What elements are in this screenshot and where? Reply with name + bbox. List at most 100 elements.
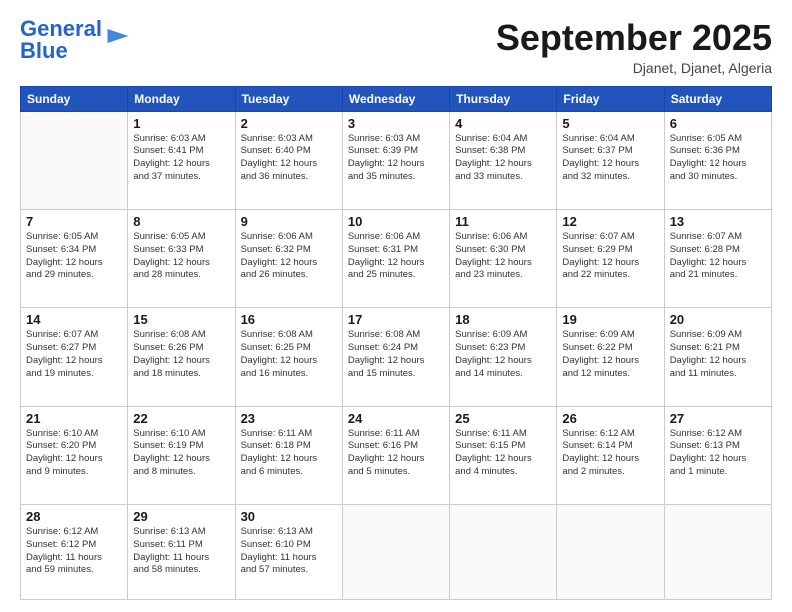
calendar-cell: 3 Sunrise: 6:03 AM Sunset: 6:39 PM Daylig… (342, 111, 449, 209)
day-info: Sunrise: 6:05 AM Sunset: 6:33 PM Dayligh… (133, 231, 229, 282)
day-info: Sunrise: 6:13 AM Sunset: 6:10 PM Dayligh… (241, 526, 337, 577)
day-info: Sunrise: 6:05 AM Sunset: 6:36 PM Dayligh… (670, 133, 766, 184)
day-info: Sunrise: 6:03 AM Sunset: 6:41 PM Dayligh… (133, 133, 229, 184)
day-number: 5 (562, 116, 658, 131)
day-info: Sunrise: 6:07 AM Sunset: 6:27 PM Dayligh… (26, 329, 122, 380)
calendar-cell: 29 Sunrise: 6:13 AM Sunset: 6:11 PM Dayli… (128, 504, 235, 599)
day-number: 18 (455, 312, 551, 327)
calendar-cell: 19 Sunrise: 6:09 AM Sunset: 6:22 PM Dayli… (557, 308, 664, 406)
calendar-cell: 5 Sunrise: 6:04 AM Sunset: 6:37 PM Daylig… (557, 111, 664, 209)
calendar-cell: 18 Sunrise: 6:09 AM Sunset: 6:23 PM Dayli… (450, 308, 557, 406)
day-number: 30 (241, 509, 337, 524)
weekday-header: Thursday (450, 86, 557, 111)
day-number: 11 (455, 214, 551, 229)
calendar-cell: 1 Sunrise: 6:03 AM Sunset: 6:41 PM Daylig… (128, 111, 235, 209)
day-info: Sunrise: 6:08 AM Sunset: 6:25 PM Dayligh… (241, 329, 337, 380)
calendar-cell: 24Sunrise: 6:11 AM Sunset: 6:16 PM Dayli… (342, 406, 449, 504)
day-number: 26 (562, 411, 658, 426)
day-number: 1 (133, 116, 229, 131)
day-number: 15 (133, 312, 229, 327)
day-info: Sunrise: 6:04 AM Sunset: 6:37 PM Dayligh… (562, 133, 658, 184)
day-info: Sunrise: 6:13 AM Sunset: 6:11 PM Dayligh… (133, 526, 229, 577)
day-number: 2 (241, 116, 337, 131)
day-info: Sunrise: 6:11 AM Sunset: 6:16 PM Dayligh… (348, 428, 444, 479)
calendar-cell: 15 Sunrise: 6:08 AM Sunset: 6:26 PM Dayli… (128, 308, 235, 406)
calendar-cell: 20 Sunrise: 6:09 AM Sunset: 6:21 PM Dayli… (664, 308, 771, 406)
calendar-cell: 22Sunrise: 6:10 AM Sunset: 6:19 PM Dayli… (128, 406, 235, 504)
calendar-cell: 6 Sunrise: 6:05 AM Sunset: 6:36 PM Daylig… (664, 111, 771, 209)
title-block: September 2025 Djanet, Djanet, Algeria (496, 18, 772, 76)
day-number: 9 (241, 214, 337, 229)
day-number: 29 (133, 509, 229, 524)
calendar-cell: 21Sunrise: 6:10 AM Sunset: 6:20 PM Dayli… (21, 406, 128, 504)
logo-text: GeneralBlue (20, 18, 102, 62)
day-info: Sunrise: 6:07 AM Sunset: 6:28 PM Dayligh… (670, 231, 766, 282)
month-title: September 2025 (496, 18, 772, 58)
day-info: Sunrise: 6:11 AM Sunset: 6:15 PM Dayligh… (455, 428, 551, 479)
calendar-cell: 23 Sunrise: 6:11 AM Sunset: 6:18 PM Dayli… (235, 406, 342, 504)
weekday-header: Friday (557, 86, 664, 111)
day-number: 23 (241, 411, 337, 426)
header: GeneralBlue September 2025 Djanet, Djane… (20, 18, 772, 76)
day-number: 13 (670, 214, 766, 229)
calendar-cell: 7 Sunrise: 6:05 AM Sunset: 6:34 PM Daylig… (21, 209, 128, 307)
day-number: 7 (26, 214, 122, 229)
day-number: 20 (670, 312, 766, 327)
day-number: 14 (26, 312, 122, 327)
weekday-header: Saturday (664, 86, 771, 111)
day-info: Sunrise: 6:03 AM Sunset: 6:40 PM Dayligh… (241, 133, 337, 184)
day-number: 16 (241, 312, 337, 327)
calendar-cell (342, 504, 449, 599)
calendar-cell: 14 Sunrise: 6:07 AM Sunset: 6:27 PM Dayli… (21, 308, 128, 406)
calendar-cell: 16 Sunrise: 6:08 AM Sunset: 6:25 PM Dayli… (235, 308, 342, 406)
day-info: Sunrise: 6:06 AM Sunset: 6:30 PM Dayligh… (455, 231, 551, 282)
calendar-cell: 25 Sunrise: 6:11 AM Sunset: 6:15 PM Dayli… (450, 406, 557, 504)
logo-arrow-icon (104, 29, 132, 43)
day-info: Sunrise: 6:08 AM Sunset: 6:24 PM Dayligh… (348, 329, 444, 380)
day-info: Sunrise: 6:12 AM Sunset: 6:12 PM Dayligh… (26, 526, 122, 577)
calendar-cell: 17 Sunrise: 6:08 AM Sunset: 6:24 PM Dayli… (342, 308, 449, 406)
day-number: 22 (133, 411, 229, 426)
calendar-cell (557, 504, 664, 599)
day-number: 25 (455, 411, 551, 426)
day-info: Sunrise: 6:06 AM Sunset: 6:32 PM Dayligh… (241, 231, 337, 282)
calendar-cell: 2 Sunrise: 6:03 AM Sunset: 6:40 PM Daylig… (235, 111, 342, 209)
day-info: Sunrise: 6:12 AM Sunset: 6:13 PM Dayligh… (670, 428, 766, 479)
day-number: 28 (26, 509, 122, 524)
day-info: Sunrise: 6:12 AM Sunset: 6:14 PM Dayligh… (562, 428, 658, 479)
calendar-cell: 26 Sunrise: 6:12 AM Sunset: 6:14 PM Dayli… (557, 406, 664, 504)
day-number: 21 (26, 411, 122, 426)
day-number: 17 (348, 312, 444, 327)
calendar-cell: 12Sunrise: 6:07 AM Sunset: 6:29 PM Dayli… (557, 209, 664, 307)
day-info: Sunrise: 6:06 AM Sunset: 6:31 PM Dayligh… (348, 231, 444, 282)
logo: GeneralBlue (20, 18, 132, 62)
calendar-cell: 13 Sunrise: 6:07 AM Sunset: 6:28 PM Dayli… (664, 209, 771, 307)
day-info: Sunrise: 6:11 AM Sunset: 6:18 PM Dayligh… (241, 428, 337, 479)
day-number: 19 (562, 312, 658, 327)
day-info: Sunrise: 6:08 AM Sunset: 6:26 PM Dayligh… (133, 329, 229, 380)
calendar-cell: 30 Sunrise: 6:13 AM Sunset: 6:10 PM Dayli… (235, 504, 342, 599)
day-number: 6 (670, 116, 766, 131)
day-info: Sunrise: 6:09 AM Sunset: 6:22 PM Dayligh… (562, 329, 658, 380)
day-number: 3 (348, 116, 444, 131)
day-number: 4 (455, 116, 551, 131)
day-info: Sunrise: 6:04 AM Sunset: 6:38 PM Dayligh… (455, 133, 551, 184)
calendar-cell: 8 Sunrise: 6:05 AM Sunset: 6:33 PM Daylig… (128, 209, 235, 307)
day-number: 8 (133, 214, 229, 229)
day-number: 10 (348, 214, 444, 229)
day-number: 12 (562, 214, 658, 229)
calendar-cell: 27Sunrise: 6:12 AM Sunset: 6:13 PM Dayli… (664, 406, 771, 504)
day-info: Sunrise: 6:05 AM Sunset: 6:34 PM Dayligh… (26, 231, 122, 282)
weekday-header: Tuesday (235, 86, 342, 111)
calendar-cell: 11 Sunrise: 6:06 AM Sunset: 6:30 PM Dayli… (450, 209, 557, 307)
location: Djanet, Djanet, Algeria (496, 60, 772, 76)
day-info: Sunrise: 6:03 AM Sunset: 6:39 PM Dayligh… (348, 133, 444, 184)
day-info: Sunrise: 6:09 AM Sunset: 6:23 PM Dayligh… (455, 329, 551, 380)
day-info: Sunrise: 6:09 AM Sunset: 6:21 PM Dayligh… (670, 329, 766, 380)
calendar-cell: 10 Sunrise: 6:06 AM Sunset: 6:31 PM Dayli… (342, 209, 449, 307)
weekday-header: Wednesday (342, 86, 449, 111)
calendar-cell (450, 504, 557, 599)
calendar-cell: 4 Sunrise: 6:04 AM Sunset: 6:38 PM Daylig… (450, 111, 557, 209)
weekday-header: Monday (128, 86, 235, 111)
calendar-table: SundayMondayTuesdayWednesdayThursdayFrid… (20, 86, 772, 600)
